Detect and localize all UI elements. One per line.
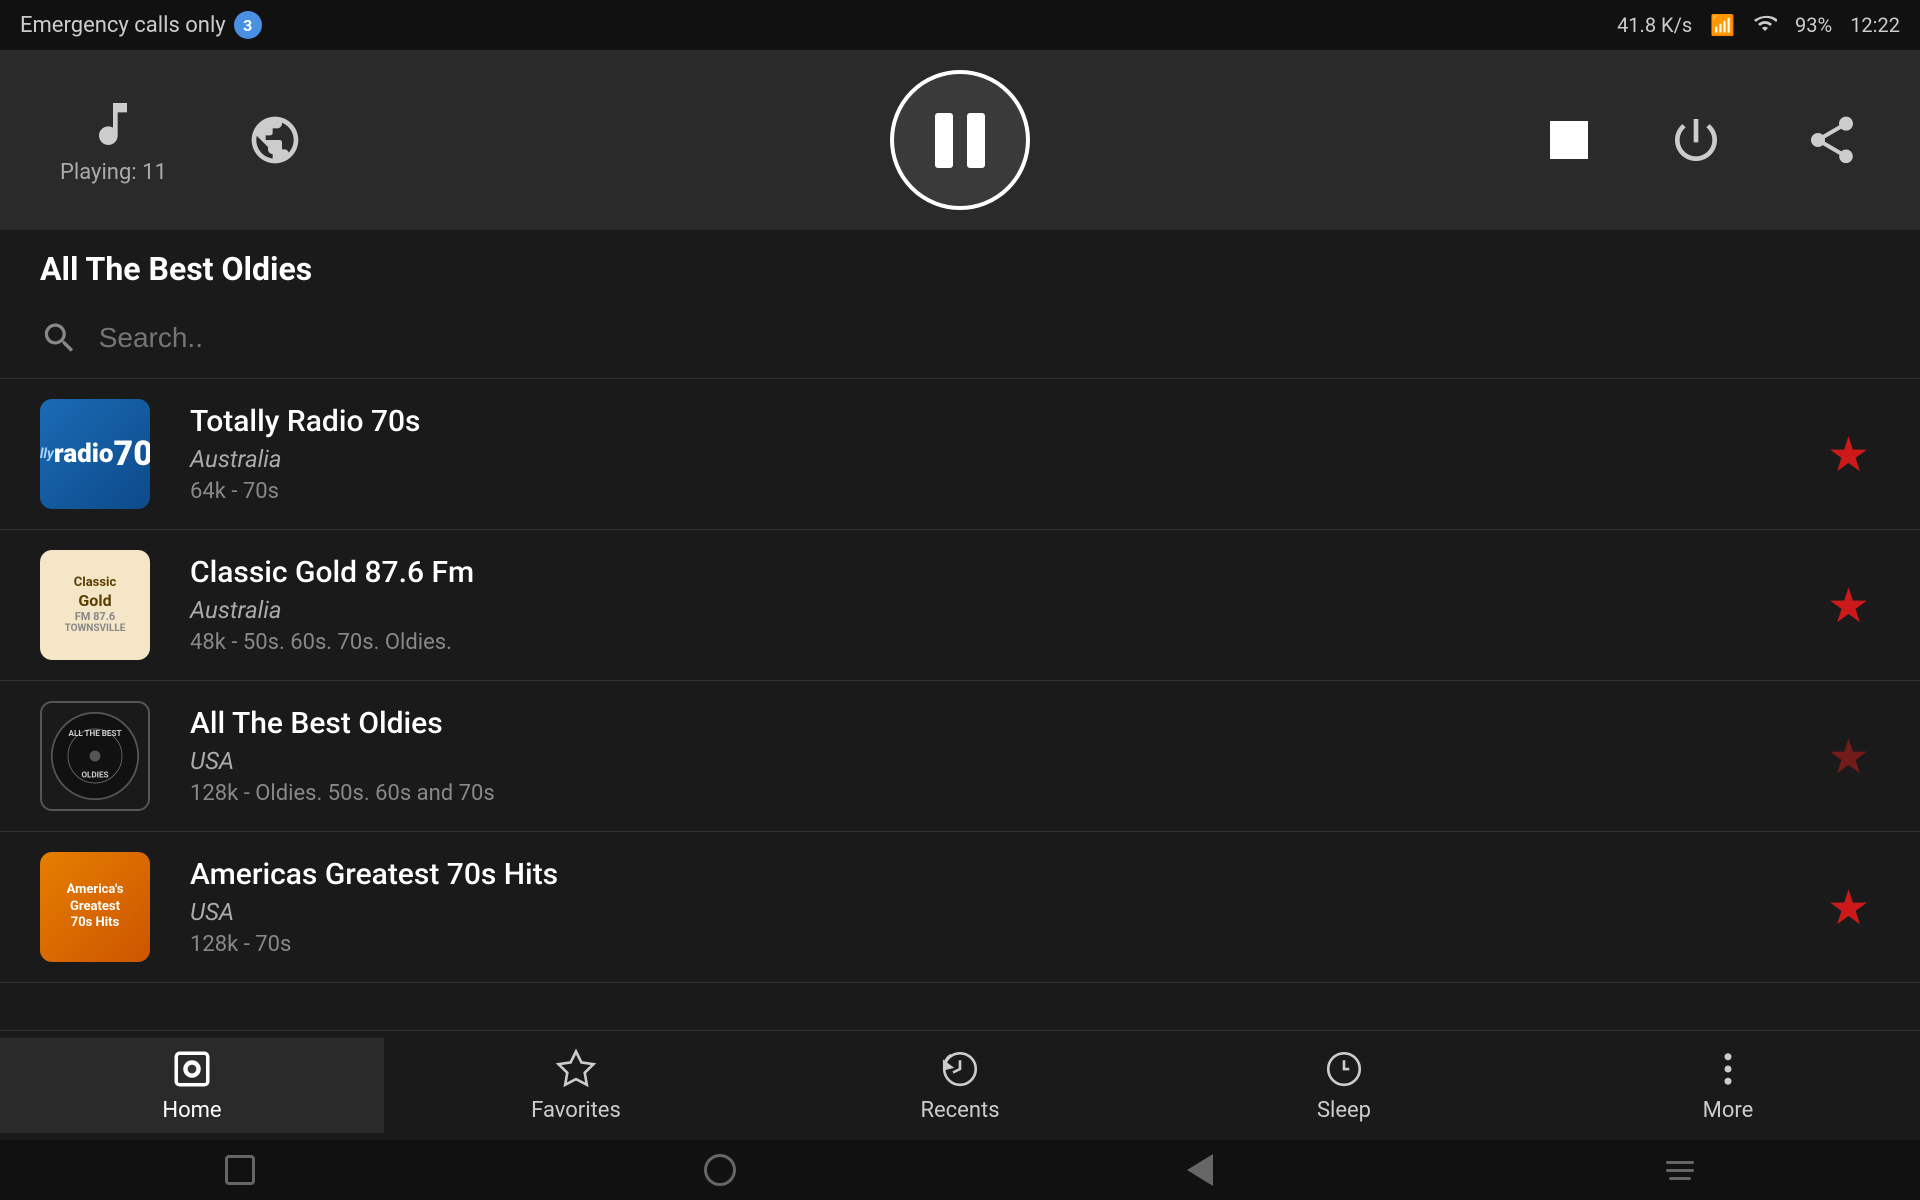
station-info: Americas Greatest 70s Hits USA 128k - 70… — [190, 857, 1817, 957]
status-right: 41.8 K/s 📶 93% 12:22 — [1617, 11, 1900, 40]
player-left-controls: Playing: 11 — [60, 96, 303, 185]
back-icon — [1187, 1154, 1213, 1186]
station-meta: 48k - 50s. 60s. 70s. Oldies. — [190, 630, 1817, 655]
nav-label-sleep: Sleep — [1317, 1098, 1371, 1123]
stop-icon — [1550, 121, 1588, 159]
favorites-icon — [555, 1048, 597, 1090]
favorite-button[interactable]: ★ — [1817, 718, 1880, 795]
power-icon — [1668, 112, 1724, 168]
station-name: Classic Gold 87.6 Fm — [190, 555, 1817, 590]
nav-item-sleep[interactable]: Sleep — [1152, 1038, 1536, 1133]
pause-icon — [935, 113, 985, 168]
status-left: Emergency calls only 3 — [20, 11, 262, 39]
power-button[interactable] — [1668, 112, 1724, 168]
station-name: Totally Radio 70s — [190, 404, 1817, 439]
nav-item-home[interactable]: Home — [0, 1038, 384, 1133]
music-icon — [85, 96, 141, 152]
station-title-bar: All The Best Oldies — [0, 230, 1920, 298]
favorite-button[interactable]: ★ — [1817, 567, 1880, 644]
station-item[interactable]: ALL THE BEST OLDIES All The Best Oldies … — [0, 681, 1920, 832]
nav-item-favorites[interactable]: Favorites — [384, 1038, 768, 1133]
globe-icon — [247, 112, 303, 168]
star-filled-icon: ★ — [1827, 426, 1870, 483]
station-meta: 128k - 70s — [190, 932, 1817, 957]
more-icon — [1707, 1048, 1749, 1090]
station-item[interactable]: America's Greatest 70s Hits Americas Gre… — [0, 832, 1920, 983]
data-speed: 41.8 K/s — [1617, 13, 1692, 37]
station-name: Americas Greatest 70s Hits — [190, 857, 1817, 892]
star-empty-icon: ★ — [1827, 728, 1870, 785]
player-bar: Playing: 11 — [0, 50, 1920, 230]
svg-text:OLDIES: OLDIES — [81, 770, 108, 780]
star-filled-icon: ★ — [1827, 577, 1870, 634]
nav-label-home: Home — [162, 1098, 221, 1123]
android-menu-button[interactable] — [1655, 1145, 1705, 1195]
nav-item-recents[interactable]: Recents — [768, 1038, 1152, 1133]
home-icon — [704, 1154, 736, 1186]
android-home-button[interactable] — [695, 1145, 745, 1195]
home-icon — [171, 1048, 213, 1090]
station-logo-totally: totally radio 70's — [40, 399, 150, 509]
time-display: 12:22 — [1850, 13, 1900, 37]
nav-item-more[interactable]: More — [1536, 1038, 1920, 1133]
station-name: All The Best Oldies — [190, 706, 1817, 741]
station-logo-americas: America's Greatest 70s Hits — [40, 852, 150, 962]
search-input[interactable] — [99, 322, 1880, 354]
station-country: USA — [190, 898, 1817, 926]
stop-button[interactable] — [1550, 121, 1588, 159]
search-icon — [40, 318, 79, 358]
menu-icon — [1666, 1161, 1694, 1180]
android-nav-bar — [0, 1140, 1920, 1200]
nav-label-favorites: Favorites — [531, 1098, 621, 1123]
android-back-button[interactable] — [1175, 1145, 1225, 1195]
android-recents-button[interactable] — [215, 1145, 265, 1195]
recents-icon — [939, 1048, 981, 1090]
battery-text: 93% — [1795, 13, 1832, 37]
sleep-icon — [1323, 1048, 1365, 1090]
share-icon — [1804, 112, 1860, 168]
nav-label-more: More — [1703, 1098, 1754, 1123]
favorite-button[interactable]: ★ — [1817, 416, 1880, 493]
station-item[interactable]: totally radio 70's Totally Radio 70s Aus… — [0, 379, 1920, 530]
playing-label: Playing: 11 — [60, 160, 167, 185]
bluetooth-icon: 📶 — [1710, 13, 1735, 37]
notification-badge: 3 — [234, 11, 262, 39]
svg-text:ALL THE BEST: ALL THE BEST — [69, 728, 122, 738]
bottom-nav: Home Favorites Recents Sleep More — [0, 1030, 1920, 1140]
globe-icon-btn[interactable] — [247, 112, 303, 168]
wifi-icon — [1753, 11, 1777, 40]
station-meta: 128k - Oldies. 50s. 60s and 70s — [190, 781, 1817, 806]
share-button[interactable] — [1804, 112, 1860, 168]
emergency-text: Emergency calls only — [20, 13, 226, 38]
music-icon-wrap: Playing: 11 — [60, 96, 167, 185]
current-station-name: All The Best Oldies — [40, 250, 1880, 288]
player-right-controls — [1550, 112, 1860, 168]
nav-label-recents: Recents — [920, 1098, 999, 1123]
status-bar: Emergency calls only 3 41.8 K/s 📶 93% 12… — [0, 0, 1920, 50]
station-country: USA — [190, 747, 1817, 775]
oldies-logo-svg: ALL THE BEST OLDIES — [50, 711, 140, 801]
station-info: Totally Radio 70s Australia 64k - 70s — [190, 404, 1817, 504]
station-meta: 64k - 70s — [190, 479, 1817, 504]
station-item[interactable]: Classic Gold FM 87.6 TOWNSVILLE Classic … — [0, 530, 1920, 681]
recents-icon — [225, 1155, 255, 1185]
station-list: totally radio 70's Totally Radio 70s Aus… — [0, 379, 1920, 983]
station-country: Australia — [190, 445, 1817, 473]
search-bar — [0, 298, 1920, 379]
station-info: Classic Gold 87.6 Fm Australia 48k - 50s… — [190, 555, 1817, 655]
station-logo-oldies: ALL THE BEST OLDIES — [40, 701, 150, 811]
station-country: Australia — [190, 596, 1817, 624]
station-logo-classic: Classic Gold FM 87.6 TOWNSVILLE — [40, 550, 150, 660]
favorite-button[interactable]: ★ — [1817, 869, 1880, 946]
pause-button[interactable] — [890, 70, 1030, 210]
star-filled-icon: ★ — [1827, 879, 1870, 936]
station-info: All The Best Oldies USA 128k - Oldies. 5… — [190, 706, 1817, 806]
